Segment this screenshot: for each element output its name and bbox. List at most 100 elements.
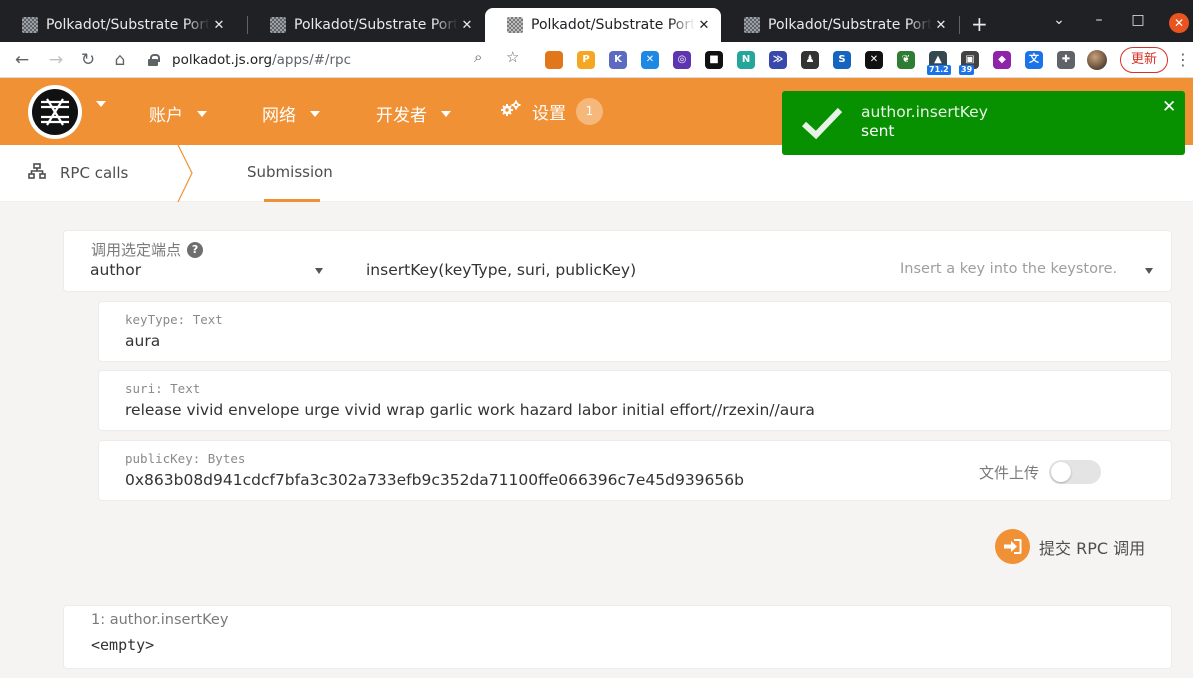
settings-count-badge: 1 bbox=[576, 98, 603, 125]
section-dropdown[interactable]: author bbox=[90, 261, 141, 279]
tab-rpc-calls[interactable]: RPC calls bbox=[28, 163, 128, 183]
browser-tab-active[interactable]: Polkadot/Substrate Portal ✕ bbox=[485, 8, 721, 42]
nav-account[interactable]: 账户 bbox=[149, 101, 207, 126]
submit-rpc-label: 提交 RPC 调用 bbox=[1039, 538, 1146, 558]
extension-badge: 71.2 bbox=[927, 65, 951, 75]
nav-developer[interactable]: 开发者 bbox=[376, 101, 451, 126]
kaspersky-icon[interactable]: K bbox=[609, 51, 627, 69]
chevrons-ext-icon[interactable]: ≫ bbox=[769, 51, 787, 69]
bookmark-star-icon[interactable]: ☆ bbox=[506, 48, 519, 66]
method-dropdown[interactable]: insertKey(keyType, suri, publicKey) bbox=[366, 261, 636, 279]
forward-arrow-icon[interactable]: → bbox=[44, 48, 68, 72]
extension-badge: 39 bbox=[959, 65, 975, 75]
tab-close-icon[interactable]: ✕ bbox=[458, 18, 476, 33]
nav-network[interactable]: 网络 bbox=[262, 101, 320, 126]
browser-update-button[interactable]: 更新 bbox=[1120, 47, 1169, 73]
new-tab-button[interactable]: + bbox=[971, 14, 988, 34]
polkadot-favicon-icon bbox=[270, 17, 286, 33]
active-tab-indicator bbox=[264, 199, 320, 202]
param-suri-input[interactable]: release vivid envelope urge vivid wrap g… bbox=[125, 401, 815, 419]
maximize-button[interactable]: □ bbox=[1126, 12, 1150, 28]
tab-close-icon[interactable]: ✕ bbox=[695, 18, 713, 33]
browser-menu-icon[interactable]: ⋮ bbox=[1175, 50, 1191, 69]
rpc-result: 1: author.insertKey <empty> bbox=[63, 605, 1172, 669]
back-arrow-icon[interactable]: ← bbox=[10, 48, 34, 72]
endpoint-selector: 调用选定端点 ? author insertKey(keyType, suri,… bbox=[63, 230, 1172, 292]
reload-icon[interactable]: ↻ bbox=[76, 48, 100, 72]
nav-settings-label: 设置 bbox=[532, 104, 566, 124]
profile-avatar[interactable] bbox=[1087, 50, 1107, 70]
help-icon[interactable]: ? bbox=[187, 241, 204, 258]
gears-icon bbox=[500, 100, 522, 123]
polkadot-favicon-icon bbox=[507, 17, 523, 33]
toast-close-icon[interactable]: ✕ bbox=[1162, 97, 1176, 117]
file-upload-label: 文件上传 bbox=[979, 463, 1040, 482]
polkadot-ext-icon[interactable]: P bbox=[577, 51, 595, 69]
sign-in-arrow-icon bbox=[995, 529, 1030, 564]
result-value: <empty> bbox=[91, 636, 155, 654]
triangle-ext-icon[interactable]: ▲ 71.2 bbox=[927, 51, 951, 75]
window-close-button[interactable]: ✕ bbox=[1169, 13, 1189, 33]
file-upload-toggle[interactable] bbox=[1049, 460, 1102, 484]
lock-icon bbox=[148, 54, 160, 66]
home-icon[interactable]: ⌂ bbox=[108, 48, 132, 72]
s-ext-icon[interactable]: S bbox=[833, 51, 851, 69]
pawn-ext-icon[interactable]: ♟ bbox=[801, 51, 819, 69]
nav-account-label: 账户 bbox=[149, 106, 183, 126]
selector-label-text: 调用选定端点 bbox=[91, 241, 182, 259]
browser-tab[interactable]: Polkadot/Substrate Portal ✕ bbox=[0, 8, 236, 42]
browser-tab[interactable]: Polkadot/Substrate Portal ✕ bbox=[248, 8, 484, 42]
chevron-down-icon bbox=[197, 110, 207, 117]
checkmark-icon bbox=[801, 107, 843, 140]
selector-label: 调用选定端点 ? bbox=[91, 239, 204, 260]
cross-ext-icon[interactable]: ✕ bbox=[641, 51, 659, 69]
nav-settings[interactable]: 设置 1 bbox=[500, 98, 603, 125]
polkadot-favicon-icon bbox=[744, 17, 760, 33]
ring-ext-icon[interactable]: ◎ bbox=[673, 51, 691, 69]
tab-close-icon[interactable]: ✕ bbox=[932, 18, 950, 33]
leaf-ext-icon[interactable]: ❦ bbox=[897, 51, 915, 69]
puzzle-icon[interactable]: ✚ bbox=[1057, 51, 1075, 69]
submit-rpc-button[interactable]: 提交 RPC 调用 bbox=[995, 529, 1145, 564]
tab-close-icon[interactable]: ✕ bbox=[210, 18, 228, 33]
section-dropdown-value: author bbox=[90, 261, 142, 279]
chain-selector-caret[interactable] bbox=[96, 101, 106, 107]
result-label: 1: author.insertKey bbox=[91, 612, 229, 628]
nav-network-label: 网络 bbox=[262, 106, 296, 126]
translate-ext-icon[interactable]: 文 bbox=[1025, 51, 1043, 69]
zoom-icon[interactable]: ⌕ bbox=[474, 48, 482, 66]
method-dropdown-value: insertKey(keyType, suri, publicKey) bbox=[366, 261, 637, 279]
tab-submission[interactable]: Submission bbox=[247, 163, 333, 181]
browser-tabstrip: Polkadot/Substrate Portal ✕ Polkadot/Sub… bbox=[0, 0, 1193, 42]
tab-separator bbox=[959, 16, 960, 34]
tab-title: Polkadot/Substrate Portal bbox=[768, 17, 932, 33]
param-suri[interactable]: suri: Text release vivid envelope urge v… bbox=[98, 370, 1172, 431]
metamask-icon[interactable] bbox=[545, 51, 563, 69]
method-dropdown-caret-icon[interactable] bbox=[1145, 268, 1153, 274]
minimize-button[interactable]: – bbox=[1087, 12, 1111, 28]
url-path: /apps/#/rpc bbox=[272, 52, 352, 68]
param-publickey-input[interactable]: 0x863b08d941cdcf7bfa3c302a733efb9c352da7… bbox=[125, 471, 744, 489]
tab-search-icon[interactable]: ⌄ bbox=[1047, 12, 1071, 28]
param-label: suri: Text bbox=[125, 381, 201, 396]
chevron-down-icon bbox=[441, 110, 451, 117]
url-text: polkadot.js.org/apps/#/rpc bbox=[172, 52, 351, 68]
tab-title: Polkadot/Substrate Portal bbox=[294, 17, 458, 33]
tab-rpc-calls-label: RPC calls bbox=[60, 164, 129, 182]
browser-tab[interactable]: Polkadot/Substrate Portal ✕ bbox=[722, 8, 958, 42]
url-host: polkadot.js.org bbox=[172, 52, 273, 68]
section-dropdown-caret-icon[interactable] bbox=[315, 268, 323, 274]
image-ext-icon[interactable]: ▣ 39 bbox=[959, 51, 979, 75]
cube-ext-icon[interactable]: ■ bbox=[705, 51, 723, 69]
param-keytype-input[interactable]: aura bbox=[125, 332, 160, 350]
tab-title: Polkadot/Substrate Portal bbox=[531, 17, 695, 33]
x-circle-ext-icon[interactable]: ✕ bbox=[865, 51, 883, 69]
diamond-ext-icon[interactable]: ◆ bbox=[993, 51, 1011, 69]
near-ext-icon[interactable]: N bbox=[737, 51, 755, 69]
param-publickey[interactable]: publicKey: Bytes 0x863b08d941cdcf7bfa3c3… bbox=[98, 440, 1172, 501]
param-keytype[interactable]: keyType: Text aura bbox=[98, 301, 1172, 362]
file-upload-toggle-row: 文件上传 bbox=[979, 460, 1102, 484]
chain-logo[interactable] bbox=[28, 85, 82, 139]
browser-toolbar: ← → ↻ ⌂ polkadot.js.org/apps/#/rpc ⌕ ☆ P… bbox=[0, 42, 1193, 78]
nav-developer-label: 开发者 bbox=[376, 106, 427, 126]
